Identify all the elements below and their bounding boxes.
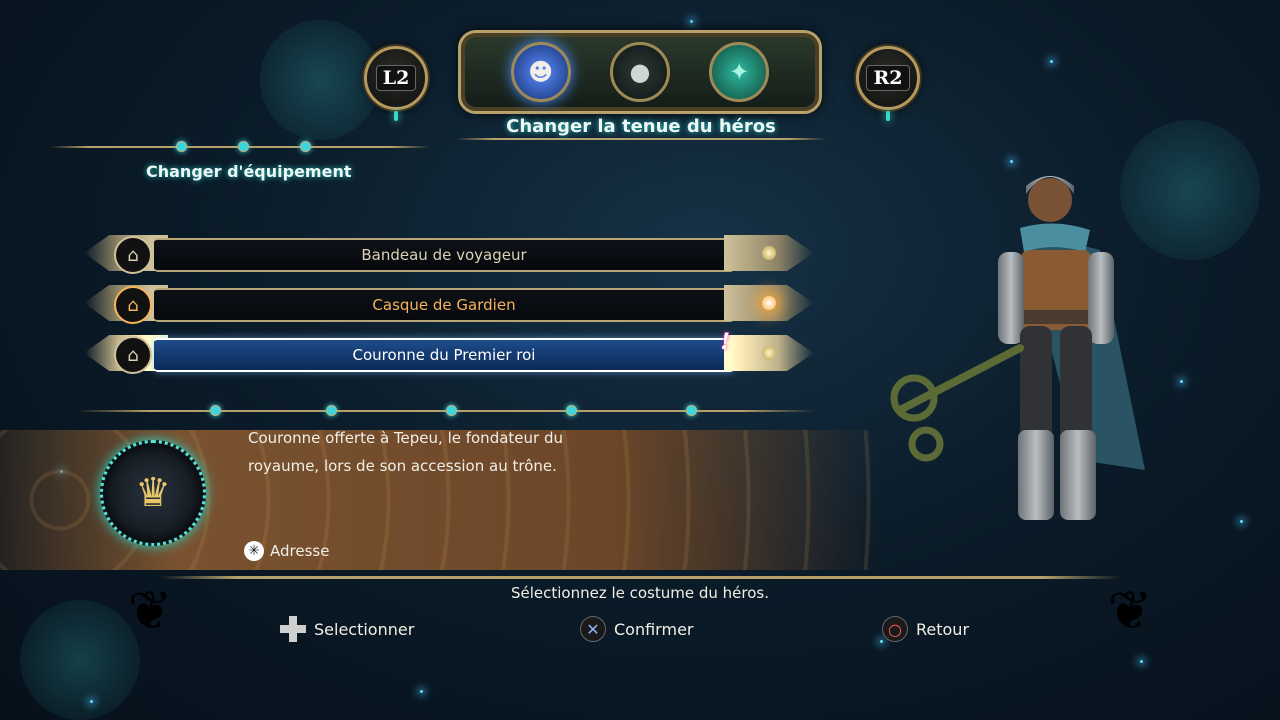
crown-icon: ♛ xyxy=(100,440,206,546)
equipped-orb-icon xyxy=(762,296,776,310)
left-leaf-ornament: ❦ xyxy=(127,579,173,642)
dpad-icon xyxy=(280,616,306,642)
helmet-icon: ⌂ xyxy=(114,236,152,274)
back-label: Retour xyxy=(916,619,970,639)
back-hint[interactable]: ○ Retour xyxy=(882,616,969,642)
slot-orb-icon xyxy=(762,246,776,260)
slot-orb-icon xyxy=(762,346,776,360)
divider-gem xyxy=(238,141,249,152)
helmet-icon: ⌂ xyxy=(114,336,152,374)
help-instruction: Sélectionnez le costume du héros. xyxy=(510,584,770,602)
helmet-icon: ⌂ xyxy=(114,286,152,324)
hero-icon: ☻ xyxy=(528,58,554,86)
equipment-label: Casque de Gardien xyxy=(154,288,734,322)
address-label: Adresse xyxy=(270,542,330,560)
companion-icon: ● xyxy=(629,58,651,86)
divider-gem xyxy=(210,405,221,416)
companion-tab[interactable]: ● xyxy=(609,42,670,102)
equipment-label: Bandeau de voyageur xyxy=(154,238,734,272)
circle-button-icon: ○ xyxy=(882,616,908,642)
help-divider xyxy=(160,576,1120,579)
divider-gem xyxy=(446,405,457,416)
category-title: Changer la tenue du héros xyxy=(506,116,776,137)
confirm-hint[interactable]: ✕ Confirmer xyxy=(580,616,693,642)
pattern-icon: ✦ xyxy=(729,58,750,86)
r2-button[interactable]: R2 xyxy=(856,46,920,121)
divider-gem xyxy=(176,141,187,152)
select-hint[interactable]: Selectionner xyxy=(280,616,414,642)
divider-gem xyxy=(686,405,697,416)
l2-label: L2 xyxy=(375,65,417,91)
category-selector: ☻ ● ✦ xyxy=(458,30,822,114)
hero-outfit-tab[interactable]: ☻ xyxy=(510,42,571,102)
description-line-1: Couronne offerte à Tepeu, le fondateur d… xyxy=(248,429,563,447)
divider-gem xyxy=(566,405,577,416)
select-label: Selectionner xyxy=(314,619,415,639)
item-description: Couronne offerte à Tepeu, le fondateur d… xyxy=(248,424,628,480)
stick-button-icon: ✳ xyxy=(244,541,264,561)
equipment-item-couronne[interactable]: ⌂ Couronne du Premier roi ! xyxy=(84,329,814,374)
equipment-item-bandeau[interactable]: ⌂ Bandeau de voyageur xyxy=(84,233,814,274)
right-leaf-ornament: ❦ xyxy=(1107,579,1153,642)
cross-button-icon: ✕ xyxy=(580,616,606,642)
address-prompt[interactable]: ✳ Adresse xyxy=(244,541,329,561)
hero-character-preview xyxy=(890,176,1145,520)
description-line-2: royaume, lors de son accession au trône. xyxy=(248,457,557,475)
r2-label: R2 xyxy=(866,65,910,91)
equipment-item-casque[interactable]: ⌂ Casque de Gardien xyxy=(84,283,814,324)
confirm-label: Confirmer xyxy=(614,619,694,639)
divider-gem xyxy=(326,405,337,416)
divider-gem xyxy=(300,141,311,152)
pattern-tab[interactable]: ✦ xyxy=(709,42,770,102)
section-title: Changer d'équipement xyxy=(146,162,352,181)
new-item-marker: ! xyxy=(720,329,730,355)
equipment-label: Couronne du Premier roi xyxy=(154,338,734,372)
category-divider xyxy=(456,138,826,140)
l2-button[interactable]: L2 xyxy=(364,46,428,121)
